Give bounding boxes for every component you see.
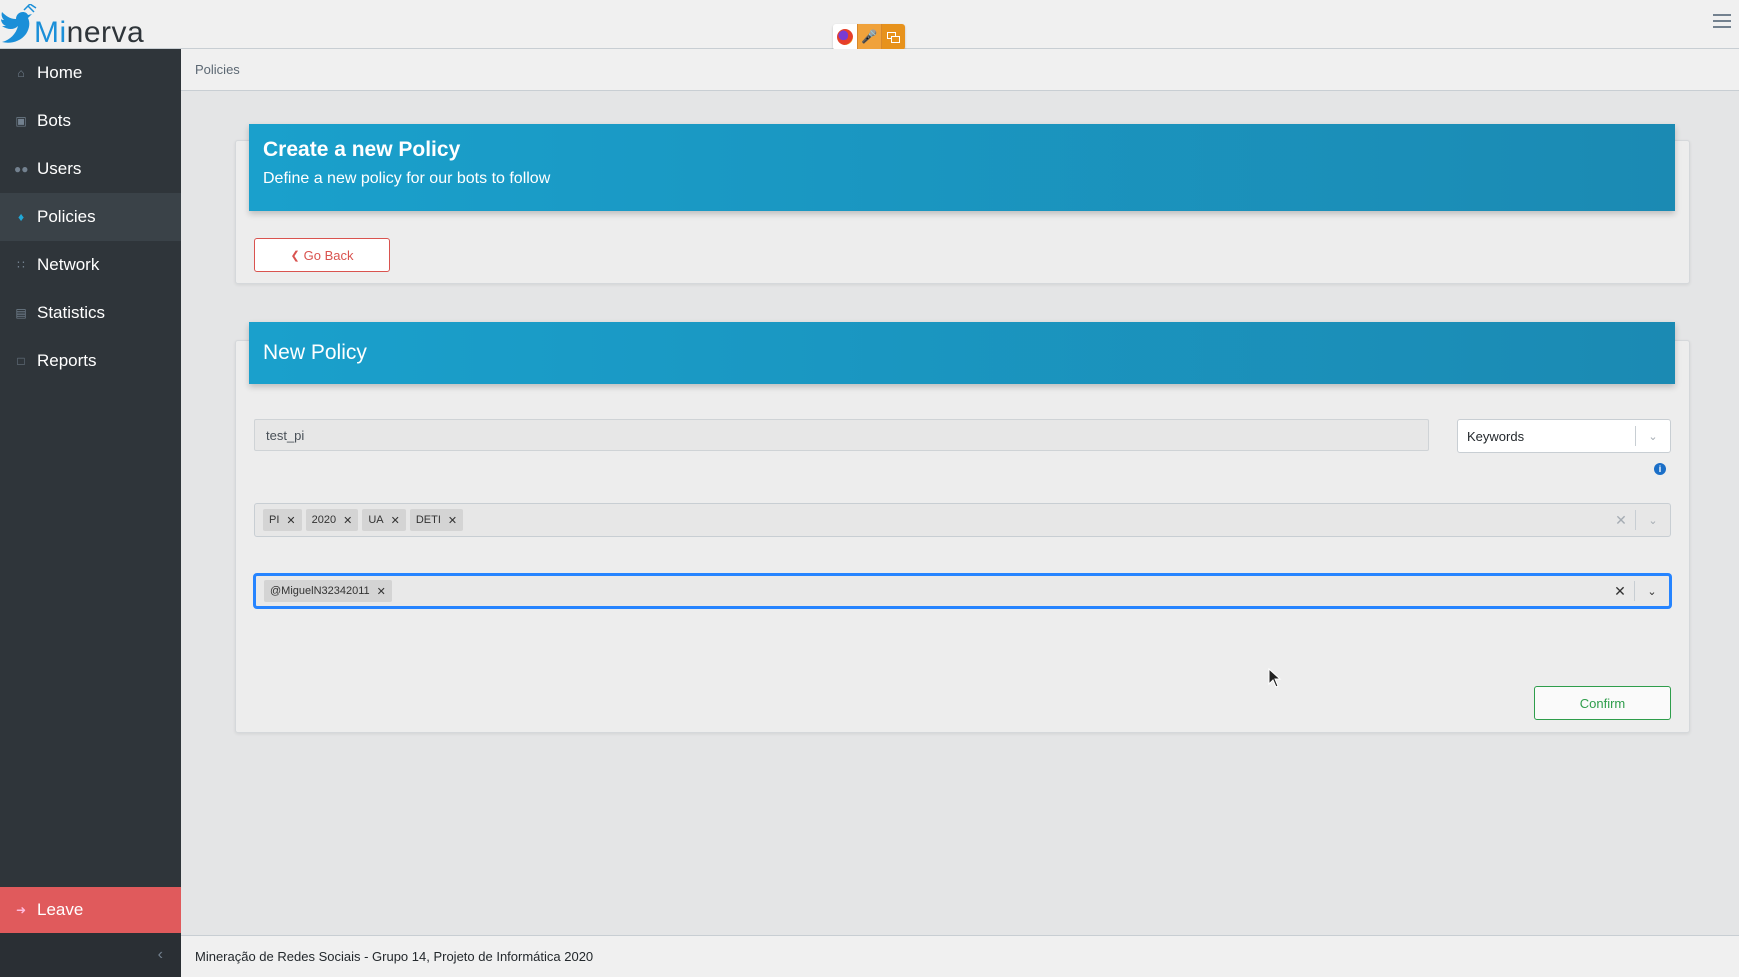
remove-chip-icon[interactable]: ✕	[340, 514, 358, 527]
logo-text-mi: Mi	[34, 16, 67, 49]
breadcrumb: Policies	[181, 49, 1739, 91]
extension-toolbar: 🎤	[833, 24, 905, 50]
sidebar-item-label: Users	[37, 159, 82, 178]
confirm-label: Confirm	[1579, 695, 1626, 711]
sidebar-item-reports[interactable]: □ Reports	[0, 337, 181, 385]
remove-chip-icon[interactable]: ✕	[445, 514, 463, 527]
sidebar-item-bots[interactable]: ▣ Bots	[0, 97, 181, 145]
minerva-logo[interactable]: Minerva	[0, 2, 150, 50]
remove-chip-icon[interactable]: ✕	[388, 514, 406, 527]
chip-label: DETI	[415, 514, 441, 526]
sidebar: ⌂ Home ▣ Bots ●● Users ♦ Policies ∷ Netw…	[0, 49, 181, 977]
policy-type-value: Keywords	[1467, 428, 1525, 444]
create-policy-card: Create a new Policy Define a new policy …	[235, 124, 1690, 284]
user-chip: @MiguelN32342011 ✕	[264, 580, 392, 602]
tags-icon: ♦	[17, 210, 25, 224]
sidebar-item-label: Network	[37, 255, 100, 274]
logo-wordmark: Minerva	[34, 16, 144, 50]
chip-label: PI	[269, 514, 280, 526]
keyword-chip: 2020 ✕	[305, 509, 359, 531]
keyword-chip: UA ✕	[362, 509, 406, 531]
sidebar-minimizer-button[interactable]: ‹	[0, 933, 181, 977]
policy-name-input[interactable]	[254, 419, 1429, 451]
new-policy-header: New Policy	[249, 322, 1675, 384]
page-subtitle: Define a new policy for our bots to foll…	[263, 170, 551, 187]
mouse-cursor-icon	[1268, 668, 1282, 688]
sign-out-icon: ➜	[15, 903, 27, 917]
sidebar-item-network[interactable]: ∷ Network	[0, 241, 181, 289]
new-policy-title: New Policy	[263, 341, 367, 364]
chip-label: UA	[368, 514, 384, 526]
chart-icon: ▤	[15, 306, 27, 320]
chevron-down-icon[interactable]: ⌄	[1635, 585, 1669, 598]
sidebar-item-users[interactable]: ●● Users	[0, 145, 181, 193]
sidebar-item-label: Reports	[37, 351, 97, 370]
create-policy-header: Create a new Policy Define a new policy …	[249, 124, 1675, 211]
remove-chip-icon[interactable]: ✕	[374, 585, 392, 598]
home-icon: ⌂	[17, 66, 25, 80]
sidebar-item-label: Policies	[37, 207, 96, 226]
chip-label: 2020	[311, 514, 337, 526]
keyword-chip: DETI ✕	[409, 509, 464, 531]
leave-label: Leave	[37, 900, 84, 919]
remove-chip-icon[interactable]: ✕	[283, 514, 301, 527]
users-icon: ●●	[14, 162, 29, 176]
chevron-left-icon: ‹	[157, 946, 163, 963]
chevron-down-icon[interactable]: ⌄	[1636, 514, 1670, 527]
hamburger-menu-icon[interactable]	[1713, 14, 1731, 30]
logo-text-rest: nerva	[66, 16, 145, 49]
clear-all-icon[interactable]: ✕	[1607, 512, 1635, 529]
sidebar-item-label: Bots	[37, 111, 72, 130]
sidebar-item-policies[interactable]: ♦ Policies	[0, 193, 181, 241]
users-chips: @MiguelN32342011 ✕	[256, 580, 1606, 602]
users-multiselect[interactable]: @MiguelN32342011 ✕ ✕ ⌄	[254, 574, 1671, 608]
footer-text: Mineração de Redes Sociais - Grupo 14, P…	[195, 949, 594, 964]
sidebar-item-label: Home	[37, 63, 83, 82]
leave-button[interactable]: ➜ Leave	[0, 887, 181, 933]
policy-type-select[interactable]: Keywords ⌄	[1457, 419, 1671, 453]
picture-in-picture-icon[interactable]	[881, 24, 905, 50]
keywords-multiselect[interactable]: PI ✕ 2020 ✕ UA ✕ DETI ✕ ✕ ⌄	[254, 503, 1671, 537]
keywords-chips: PI ✕ 2020 ✕ UA ✕ DETI ✕	[255, 509, 1607, 531]
sidebar-item-home[interactable]: ⌂ Home	[0, 49, 181, 97]
keyword-chip: PI ✕	[263, 509, 302, 531]
footer: Mineração de Redes Sociais - Grupo 14, P…	[181, 935, 1739, 977]
confirm-button[interactable]: Confirm	[1534, 686, 1671, 720]
page-title: Create a new Policy	[263, 138, 461, 161]
file-icon: □	[17, 354, 25, 368]
new-policy-card: New Policy Keywords ⌄ i PI ✕ 2020 ✕ UA ✕…	[235, 322, 1690, 733]
sidebar-item-statistics[interactable]: ▤ Statistics	[0, 289, 181, 337]
app-header: Minerva 🎤	[0, 0, 1739, 50]
chevron-down-icon[interactable]: ⌄	[1636, 430, 1670, 443]
microphone-icon[interactable]: 🎤	[857, 24, 881, 50]
chevron-left-icon: ❮	[290, 249, 300, 262]
go-back-label: Go Back	[303, 247, 354, 263]
clear-all-icon[interactable]: ✕	[1606, 583, 1634, 600]
firefox-icon[interactable]	[833, 24, 857, 50]
go-back-button[interactable]: ❮ Go Back	[254, 238, 390, 272]
chip-label: @MiguelN32342011	[270, 585, 370, 597]
sidebar-item-label: Statistics	[37, 303, 106, 322]
robot-icon: ▣	[15, 114, 27, 128]
network-icon: ∷	[17, 258, 25, 272]
info-icon[interactable]: i	[1654, 463, 1666, 475]
breadcrumb-current: Policies	[195, 62, 240, 77]
